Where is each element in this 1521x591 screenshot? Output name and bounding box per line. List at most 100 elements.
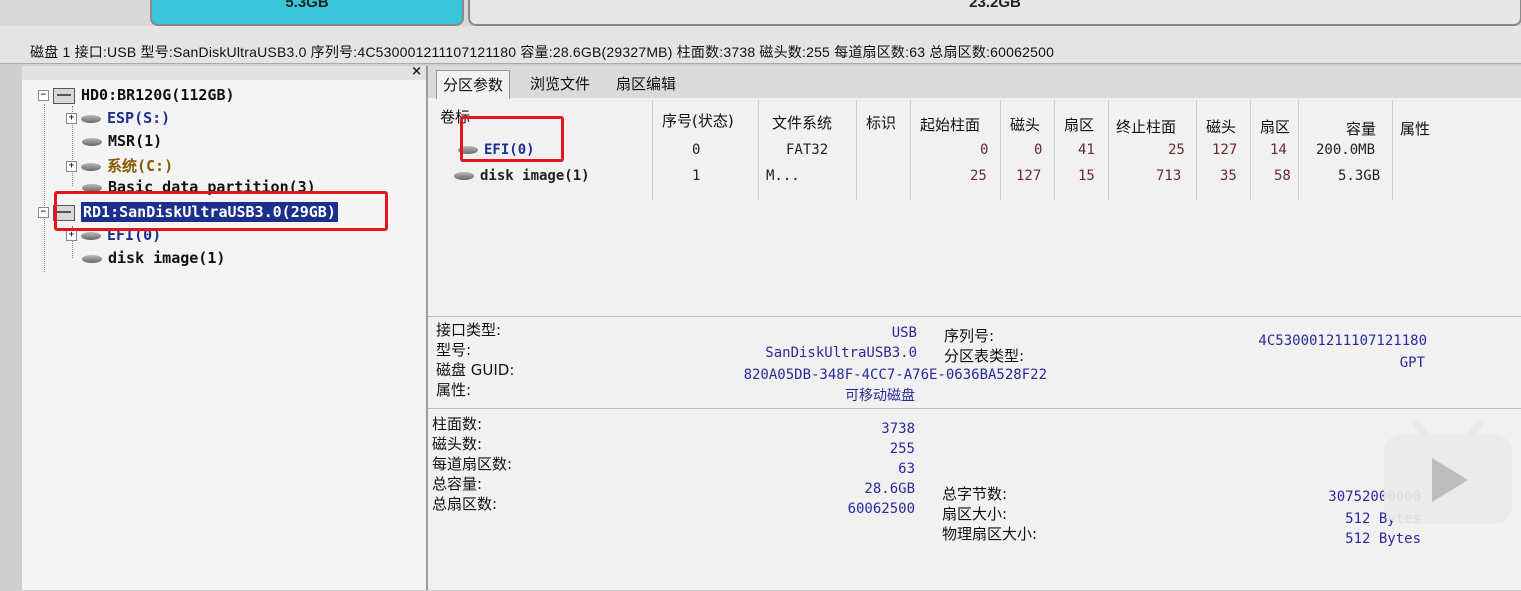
table-row[interactable]: disk image(1) 1 M... 25 127 15 713 35 58… (428, 168, 1521, 194)
attributes-label: 属性: (436, 381, 472, 399)
disk-info-line: 磁盘 1 接口:USB 型号:SanDiskUltraUSB3.0 序列号:4C… (0, 26, 1521, 64)
cell-volume-label: disk image(1) (480, 168, 590, 184)
cylinders-value: 3738 (881, 421, 915, 437)
collapse-icon[interactable]: − (38, 207, 49, 218)
sectors-per-track-label: 每道扇区数: (432, 455, 513, 473)
heads-label: 磁头数: (432, 435, 483, 453)
cell-end-head: 35 (1220, 168, 1237, 184)
interface-type-label: 接口类型: (436, 321, 502, 339)
tab-sector-edit[interactable]: 扇区编辑 (610, 70, 682, 98)
partition-table-type-label: 分区表类型: (944, 347, 1025, 365)
sectors-per-track-value: 63 (898, 461, 915, 477)
cell-index: 0 (692, 142, 701, 158)
partition-icon (82, 254, 102, 263)
partition-block-efi[interactable]: 5.3GB (150, 0, 464, 26)
heads-value: 255 (889, 441, 915, 457)
total-capacity-label: 总容量: (432, 475, 483, 493)
serial-value: 4C530001211107121180 (1258, 333, 1427, 349)
total-sectors-value: 60062500 (847, 501, 915, 517)
total-sectors-label: 总扇区数: (432, 495, 498, 513)
tree-node-label: ESP(S:) (107, 109, 171, 127)
partition-table-type-value: GPT (1399, 355, 1425, 371)
partition-size-label: 23.2GB (969, 0, 1021, 11)
col-header-start-cyl[interactable]: 起始柱面 (920, 114, 980, 135)
col-header-attributes[interactable]: 属性 (1400, 118, 1430, 139)
col-header-id[interactable]: 标识 (866, 112, 896, 133)
highlight-box-efi (460, 116, 564, 162)
partition-icon (454, 172, 474, 180)
cell-end-cyl: 25 (1168, 142, 1185, 158)
interface-type-value: USB (891, 325, 917, 341)
col-header-filesystem[interactable]: 文件系统 (772, 112, 832, 133)
tree-node-system-c[interactable]: + 系统(C:) (66, 155, 173, 176)
model-value: SanDiskUltraUSB3.0 (765, 345, 917, 361)
cell-filesystem: FAT32 (786, 142, 829, 158)
bilibili-play-icon (1384, 418, 1512, 524)
cell-end-head: 127 (1212, 142, 1238, 158)
col-header-end-head[interactable]: 磁头 (1206, 116, 1236, 137)
tree-node-esp[interactable]: + ESP(S:) (66, 109, 170, 127)
col-header-index[interactable]: 序号(状态) (662, 110, 734, 131)
hard-disk-icon (53, 87, 75, 104)
cell-index: 1 (692, 168, 701, 184)
physical-sector-size-label: 物理扇区大小: (942, 525, 1038, 543)
disk-guid-value: 820A05DB-348F-4CC7-A76E-0636BA528F22 (743, 367, 1047, 383)
cell-end-sector: 58 (1274, 168, 1291, 184)
cell-capacity: 5.3GB (1338, 168, 1381, 184)
partition-icon (82, 137, 102, 146)
tree-header: × (22, 64, 426, 80)
total-bytes-label: 总字节数: (942, 485, 1008, 503)
cell-start-sector: 15 (1078, 168, 1095, 184)
serial-label: 序列号: (944, 327, 995, 345)
cell-capacity: 200.0MB (1316, 142, 1376, 158)
disk-properties: 接口类型: 型号: 磁盘 GUID: 属性: USB SanDiskUltraU… (428, 316, 1521, 407)
cell-start-cyl: 0 (980, 142, 989, 158)
disk-guid-label: 磁盘 GUID: (436, 361, 515, 379)
partition-icon (81, 162, 101, 171)
partition-block-disk-image[interactable]: 23.2GB (468, 0, 1521, 26)
tab-partition-params[interactable]: 分区参数 (436, 70, 511, 99)
details-pane: 分区参数 浏览文件 扇区编辑 卷标 序号(状态) 文件系统 标识 起始柱面 磁头… (428, 66, 1521, 590)
cell-start-head: 127 (1016, 168, 1042, 184)
tree-node-label: MSR(1) (108, 132, 163, 150)
partition-bar: 5.3GB 23.2GB (0, 0, 1521, 26)
expand-icon[interactable]: + (66, 113, 77, 124)
tab-bar: 分区参数 浏览文件 扇区编辑 (428, 66, 1521, 99)
cell-end-sector: 14 (1270, 142, 1287, 158)
collapse-icon[interactable]: − (38, 90, 49, 101)
tree-node-disk-image[interactable]: disk image(1) (82, 249, 225, 267)
cell-end-cyl: 713 (1156, 168, 1182, 184)
physical-sector-size-value: 512 Bytes (1345, 531, 1421, 547)
tree-node-hd0[interactable]: − HD0:BR120G(112GB) (38, 86, 235, 104)
col-header-start-sector[interactable]: 扇区 (1064, 114, 1094, 135)
partition-icon (81, 231, 101, 240)
total-capacity-value: 28.6GB (864, 481, 915, 497)
tree-node-msr[interactable]: MSR(1) (82, 132, 162, 150)
highlight-box-rd1 (54, 191, 388, 231)
tree-node-label: 系统(C:) (107, 157, 174, 175)
col-header-start-head[interactable]: 磁头 (1010, 114, 1040, 135)
cell-filesystem: M... (766, 168, 800, 184)
tab-browse-files[interactable]: 浏览文件 (524, 70, 596, 98)
table-row[interactable]: EFI(0) 0 FAT32 0 0 41 25 127 14 200.0MB (428, 142, 1521, 168)
cell-start-cyl: 25 (970, 168, 987, 184)
col-header-end-cyl[interactable]: 终止柱面 (1116, 116, 1176, 137)
expand-icon[interactable]: + (66, 161, 77, 172)
attributes-value: 可移动磁盘 (845, 388, 915, 404)
partition-icon (81, 114, 101, 123)
expand-icon[interactable]: + (66, 230, 77, 241)
partition-size-label: 5.3GB (285, 0, 329, 11)
disk-geometry: 柱面数: 磁头数: 每道扇区数: 总容量: 总扇区数: 3738 255 63 … (428, 408, 1521, 591)
tree-node-label: disk image(1) (108, 249, 226, 267)
tree-node-label: HD0:BR120G(112GB) (81, 86, 235, 104)
close-icon[interactable]: × (411, 64, 422, 79)
cylinders-label: 柱面数: (432, 415, 483, 433)
disk-tree-pane: × − HD0:BR120G(112GB) + ESP(S:) MSR(1) + 系统… (22, 64, 428, 590)
cell-start-sector: 41 (1078, 142, 1095, 158)
sector-size-label: 扇区大小: (942, 505, 1008, 523)
partition-table-header: 卷标 序号(状态) 文件系统 标识 起始柱面 磁头 扇区 终止柱面 磁头 扇区 … (428, 102, 1521, 138)
col-header-capacity[interactable]: 容量 (1346, 118, 1376, 139)
cell-start-head: 0 (1034, 142, 1043, 158)
model-label: 型号: (436, 341, 472, 359)
col-header-end-sector[interactable]: 扇区 (1260, 116, 1290, 137)
